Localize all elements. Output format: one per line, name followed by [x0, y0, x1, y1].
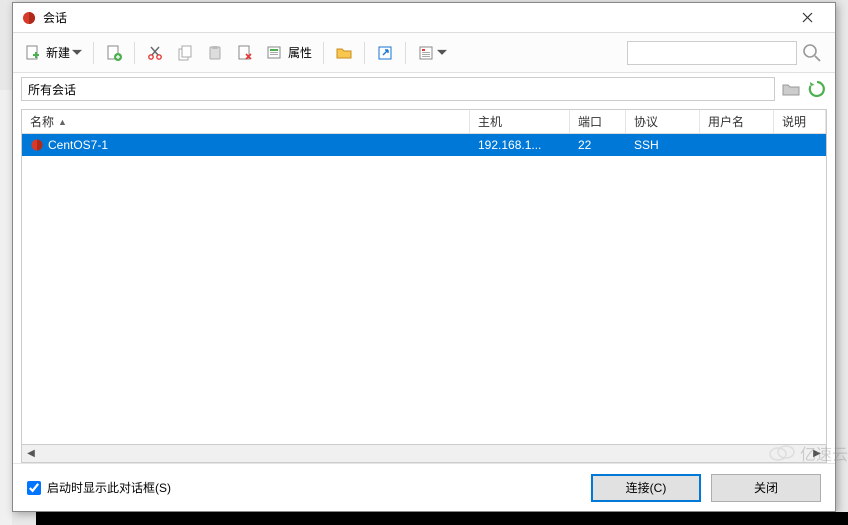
- close-button[interactable]: [787, 4, 827, 32]
- path-input[interactable]: 所有会话: [21, 77, 775, 101]
- session-row[interactable]: CentOS7-1 192.168.1... 22 SSH: [22, 134, 826, 156]
- titlebar: 会话: [13, 3, 835, 33]
- col-protocol[interactable]: 协议: [626, 110, 700, 133]
- sessions-dialog: 会话 新建 属性: [12, 2, 836, 512]
- scroll-right-icon[interactable]: ▶: [808, 445, 826, 462]
- cut-button[interactable]: [141, 39, 169, 67]
- window-title: 会话: [43, 9, 787, 26]
- col-desc[interactable]: 说明: [774, 110, 826, 133]
- col-port[interactable]: 端口: [570, 110, 626, 133]
- session-list: 名称▲ 主机 端口 协议 用户名 说明 CentOS7-1 192.168.1.…: [21, 109, 827, 445]
- shortcut-button[interactable]: [371, 39, 399, 67]
- refresh-icon[interactable]: [807, 79, 827, 99]
- search-container: [454, 41, 829, 65]
- scissors-icon: [146, 44, 164, 62]
- view-button[interactable]: [412, 39, 452, 67]
- list-header: 名称▲ 主机 端口 协议 用户名 说明: [22, 110, 826, 134]
- close-icon: [802, 12, 813, 23]
- connect-button[interactable]: 连接(C): [591, 474, 701, 502]
- scroll-track[interactable]: [40, 445, 808, 462]
- shortcut-icon: [376, 44, 394, 62]
- chevron-down-icon[interactable]: [437, 44, 447, 62]
- delete-button[interactable]: [231, 39, 259, 67]
- app-icon: [21, 10, 37, 26]
- scroll-left-icon[interactable]: ◀: [22, 445, 40, 462]
- show-on-startup-checkbox[interactable]: 启动时显示此对话框(S): [27, 479, 171, 496]
- list-icon: [417, 44, 435, 62]
- chevron-down-icon[interactable]: [72, 44, 82, 62]
- new-button[interactable]: 新建: [19, 39, 87, 67]
- file-plus-icon: [24, 44, 42, 62]
- copy-icon: [176, 44, 194, 62]
- horizontal-scrollbar[interactable]: ◀ ▶: [21, 445, 827, 463]
- footer: 启动时显示此对话框(S) 连接(C) 关闭: [13, 463, 835, 511]
- col-host[interactable]: 主机: [470, 110, 570, 133]
- pathbar: 所有会话: [13, 73, 835, 105]
- col-name[interactable]: 名称▲: [22, 110, 470, 133]
- properties-icon: [266, 44, 284, 62]
- toolbar: 新建 属性: [13, 33, 835, 73]
- folder-up-icon[interactable]: [781, 79, 801, 99]
- col-user[interactable]: 用户名: [700, 110, 774, 133]
- paste-button[interactable]: [201, 39, 229, 67]
- save-icon: [105, 44, 123, 62]
- paste-icon: [206, 44, 224, 62]
- folder-button[interactable]: [330, 39, 358, 67]
- sort-asc-icon: ▲: [58, 117, 67, 127]
- list-body[interactable]: CentOS7-1 192.168.1... 22 SSH: [22, 134, 826, 444]
- delete-icon: [236, 44, 254, 62]
- session-icon: [30, 138, 44, 152]
- properties-button[interactable]: 属性: [261, 39, 317, 67]
- copy-button[interactable]: [171, 39, 199, 67]
- search-input[interactable]: [627, 41, 797, 65]
- close-dialog-button[interactable]: 关闭: [711, 474, 821, 502]
- save-button[interactable]: [100, 39, 128, 67]
- search-icon[interactable]: [801, 42, 823, 64]
- folder-icon: [335, 44, 353, 62]
